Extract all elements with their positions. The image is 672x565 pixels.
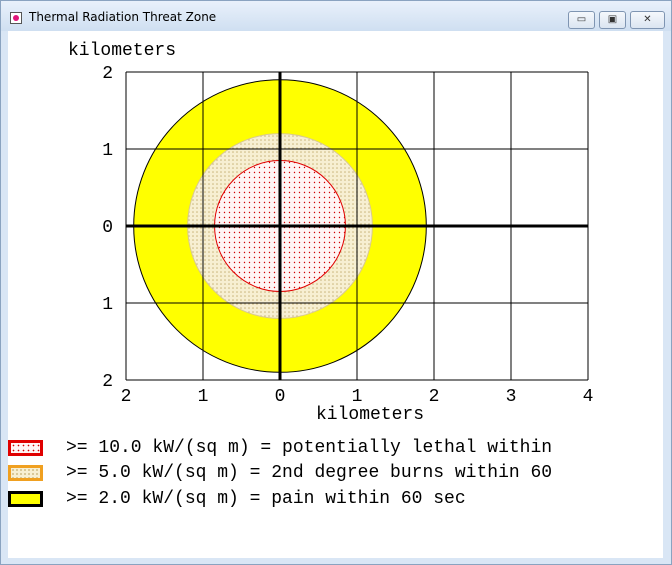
x-tick-label: 2 (429, 387, 440, 407)
legend-text-burns: >= 5.0 kW/(sq m) = 2nd degree burns with… (66, 463, 553, 483)
legend-text-pain: >= 2.0 kW/(sq m) = pain within 60 sec (66, 489, 466, 509)
y-axis-unit-label: kilometers (68, 41, 176, 61)
close-button[interactable]: ✕ (630, 11, 665, 29)
x-tick-label: 2 (121, 387, 132, 407)
title-bar[interactable]: Thermal Radiation Threat Zone ▭ ▣ ✕ (1, 1, 671, 31)
x-tick-label: 4 (583, 387, 594, 407)
threat-zone-plot: 2 1 0 1 2 3 4 2 1 0 1 2 kilometers kilometers (68, 41, 594, 425)
legend-swatch-pain (8, 491, 43, 507)
maximize-button[interactable]: ▣ (599, 11, 626, 29)
x-axis-unit-label: kilometers (316, 405, 424, 425)
legend-swatch-lethal (8, 440, 43, 456)
app-icon[interactable] (10, 12, 22, 24)
x-tick-label: 3 (506, 387, 517, 407)
legend-text-lethal: >= 10.0 kW/(sq m) = potentially lethal w… (66, 438, 553, 458)
app-window: Thermal Radiation Threat Zone ▭ ▣ ✕ 2 1 0 1… (0, 0, 672, 565)
y-tick-label: 2 (102, 64, 113, 84)
x-tick-label: 1 (198, 387, 209, 407)
window-title: Thermal Radiation Threat Zone (29, 10, 217, 24)
minimize-button[interactable]: ▭ (568, 11, 595, 29)
x-tick-label: 0 (275, 387, 286, 407)
x-tick-label: 1 (352, 387, 363, 407)
y-tick-label: 1 (102, 295, 113, 315)
legend-swatch-burns (8, 465, 43, 481)
client-area: 2 1 0 1 2 3 4 2 1 0 1 2 kilometers kilometers >= 10… (8, 31, 663, 558)
y-tick-label: 0 (102, 218, 113, 238)
y-tick-label: 2 (102, 372, 113, 392)
y-tick-label: 1 (102, 141, 113, 161)
